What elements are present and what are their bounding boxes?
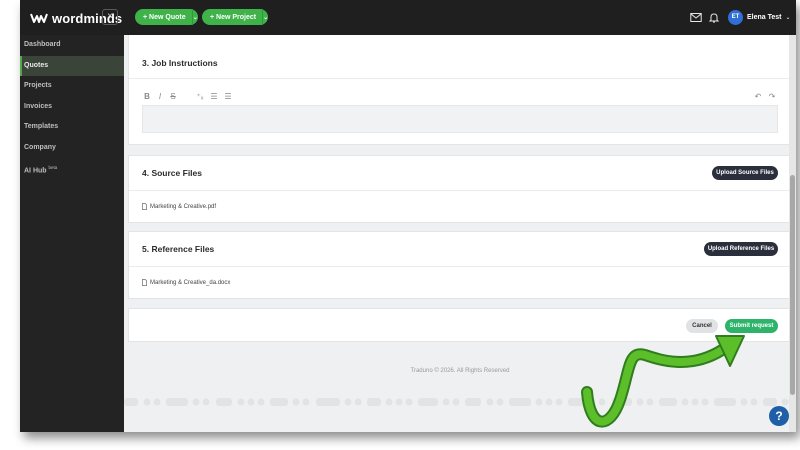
submit-request-button[interactable]: Submit request	[725, 319, 778, 333]
redo-icon[interactable]: ↷	[767, 91, 777, 102]
document-icon	[142, 203, 147, 210]
new-quote-button[interactable]: + New Quote ⌄	[135, 9, 198, 25]
reference-file-name: Marketing & Creative_da.docx	[150, 279, 231, 286]
numbered-list-icon[interactable]: ☰	[223, 91, 233, 102]
job-instructions-editor[interactable]	[142, 105, 778, 133]
reference-files-section: 5. Reference Files Upload Reference File…	[128, 231, 792, 299]
italic-icon[interactable]: I	[155, 91, 165, 102]
source-files-title: 4. Source Files	[142, 168, 202, 178]
app-window: wordminds × + New Quote ⌄ + New Project …	[20, 0, 796, 432]
sidebar-item-label: AI Hub	[24, 167, 47, 175]
document-icon	[142, 279, 147, 286]
sidebar-item-invoices[interactable]: Invoices	[20, 97, 124, 118]
page-scrollbar[interactable]	[789, 35, 796, 432]
sidebar-item-quotes[interactable]: Quotes	[20, 55, 124, 76]
wordminds-logo-icon	[30, 13, 48, 23]
upload-reference-files-button[interactable]: Upload Reference Files	[704, 242, 778, 256]
bullet-list-icon[interactable]: ☰	[209, 91, 219, 102]
user-menu[interactable]: ET Elena Test ⌄	[728, 9, 791, 26]
main-content: 3. Job Instructions B I S ⁺ₓ ☰ ☰ ↶ ↷ 4. …	[124, 35, 796, 432]
avatar: ET	[728, 10, 743, 25]
new-project-button[interactable]: + New Project ⌄	[202, 9, 268, 25]
new-project-dropdown-caret[interactable]: ⌄	[262, 9, 268, 25]
footer-copyright: Traduno © 2026. All Rights Reserved	[410, 368, 510, 374]
decorative-dot-pattern	[124, 398, 789, 406]
new-project-label: + New Project	[210, 13, 257, 21]
reference-files-title: 5. Reference Files	[142, 244, 215, 254]
bold-icon[interactable]: B	[142, 91, 152, 102]
beta-badge: beta	[48, 165, 58, 170]
collapse-sidebar-button[interactable]: ×	[102, 9, 118, 25]
top-bar: wordminds × + New Quote ⌄ + New Project …	[20, 0, 796, 35]
bell-icon[interactable]	[708, 12, 720, 23]
undo-icon[interactable]: ↶	[753, 91, 763, 102]
reference-file-item[interactable]: Marketing & Creative_da.docx	[142, 279, 230, 286]
clear-format-icon[interactable]: ⁺ₓ	[195, 91, 205, 102]
source-file-name: Marketing & Creative.pdf	[150, 203, 217, 210]
source-files-section: 4. Source Files Upload Source Files Mark…	[128, 155, 792, 223]
help-button[interactable]: ?	[769, 406, 789, 426]
user-name: Elena Test	[747, 14, 782, 21]
sidebar-item-company[interactable]: Company	[20, 138, 124, 159]
new-quote-label: + New Quote	[143, 13, 186, 21]
strikethrough-icon[interactable]: S	[168, 91, 178, 102]
section-divider	[129, 190, 791, 191]
mail-icon[interactable]	[690, 12, 702, 23]
scrollbar-thumb[interactable]	[790, 175, 795, 395]
chevron-down-icon: ⌄	[785, 15, 791, 21]
new-quote-dropdown-caret[interactable]: ⌄	[191, 9, 198, 25]
sidebar-item-projects[interactable]: Projects	[20, 76, 124, 97]
sidebar: Dashboard Quotes Projects Invoices Templ…	[20, 35, 124, 432]
sidebar-item-dashboard[interactable]: Dashboard	[20, 35, 124, 56]
cancel-button[interactable]: Cancel	[686, 319, 718, 333]
sidebar-item-ai-hub[interactable]: AI Hub beta	[20, 158, 124, 179]
job-instructions-section: 3. Job Instructions B I S ⁺ₓ ☰ ☰ ↶ ↷	[128, 35, 792, 145]
source-file-item[interactable]: Marketing & Creative.pdf	[142, 203, 216, 210]
section-divider	[129, 266, 791, 267]
section-divider	[129, 78, 791, 79]
sidebar-item-templates[interactable]: Templates	[20, 117, 124, 138]
upload-source-files-button[interactable]: Upload Source Files	[712, 166, 778, 180]
editor-toolbar: B I S ⁺ₓ ☰ ☰ ↶ ↷	[142, 91, 778, 104]
form-actions: Cancel Submit request	[128, 308, 792, 342]
job-instructions-title: 3. Job Instructions	[142, 58, 218, 68]
